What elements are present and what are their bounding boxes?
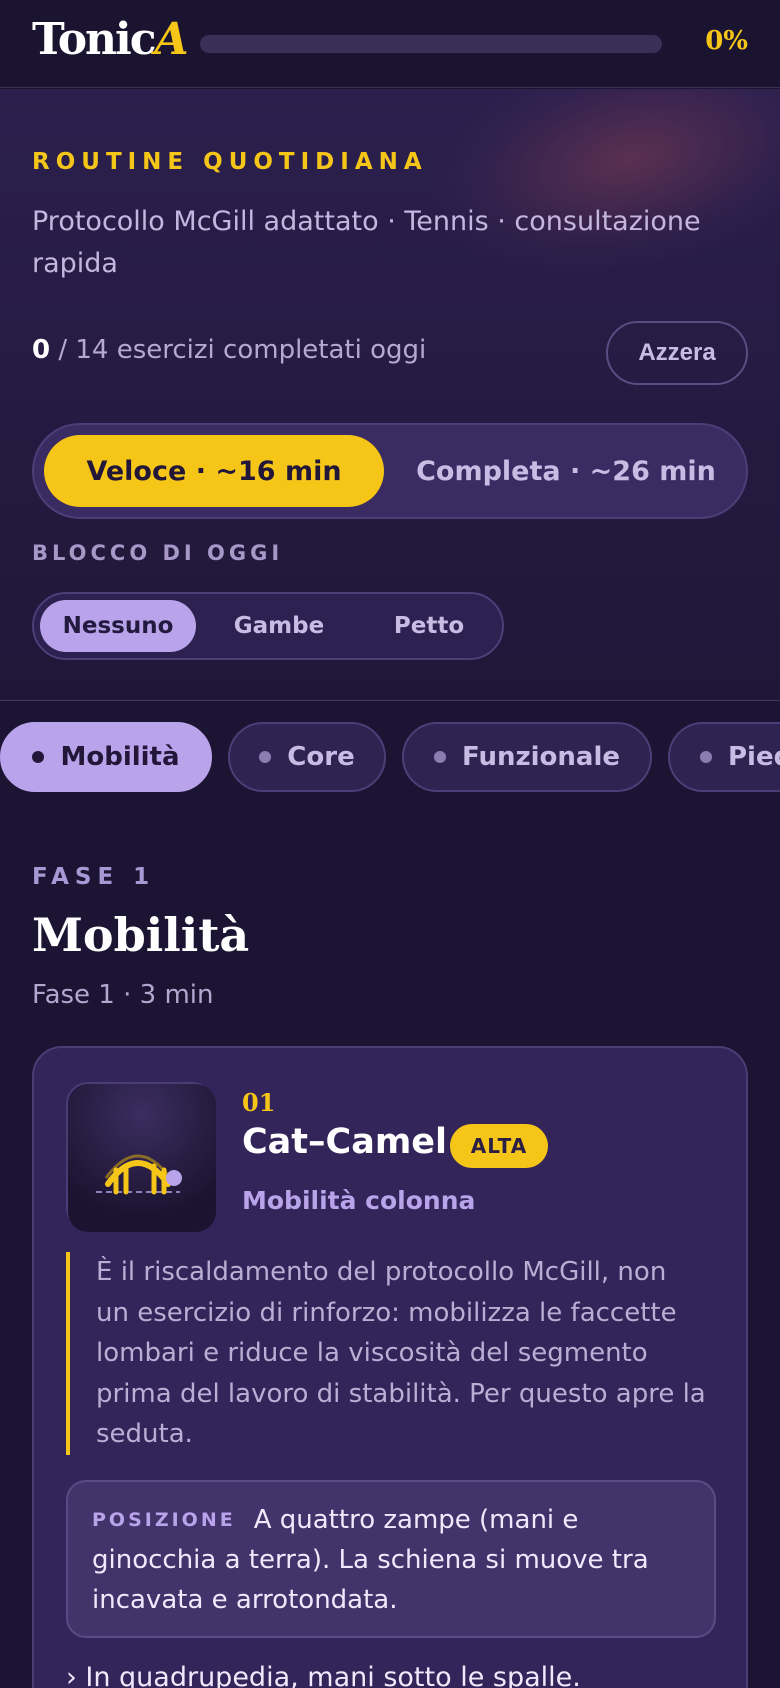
phase-title: Mobilità [32, 908, 250, 962]
mode-quick-option[interactable]: Veloce · ~16 min [44, 435, 384, 507]
mode-full-option[interactable]: Completa · ~26 min [390, 435, 742, 507]
phase-meta: Fase 1 · 3 min [32, 980, 214, 1010]
exercise-step: › In quadrupedia, mani sotto le spalle. [66, 1662, 581, 1688]
tab-dot-icon [32, 751, 45, 763]
tab-feet[interactable]: Piedi [668, 722, 780, 792]
completed-number: 0 [32, 335, 51, 365]
tab-functional[interactable]: Funzionale [402, 722, 652, 792]
tab-core[interactable]: Core [228, 722, 386, 792]
routine-hero: ROUTINE QUOTIDIANA Protocollo McGill ada… [0, 89, 780, 701]
tab-label: Funzionale [462, 742, 620, 772]
routine-eyebrow: ROUTINE QUOTIDIANA [32, 149, 428, 175]
top-bar: TonicA 0% [0, 0, 780, 88]
progress-percent: 0% [705, 26, 748, 56]
exercise-card[interactable]: 01 Cat–Camel ALTA Mobilità colonna È il … [32, 1046, 748, 1688]
tab-label: Core [287, 742, 355, 772]
position-label: POSIZIONE [92, 1509, 236, 1531]
exercise-category: Mobilità colonna [242, 1186, 476, 1215]
phase-eyebrow: FASE 1 [32, 864, 156, 890]
daily-progress-bar [200, 35, 662, 53]
tab-dot-icon [700, 751, 712, 763]
tab-label: Mobilità [60, 742, 180, 772]
phase-tabs: Mobilità Core Funzionale Piedi [0, 722, 780, 792]
logo-accent: A [154, 14, 189, 65]
completed-count: 0 / 14 esercizi completati oggi [32, 335, 426, 365]
priority-badge: ALTA [450, 1124, 548, 1168]
tab-dot-icon [259, 751, 272, 763]
block-label: BLOCCO DI OGGI [32, 541, 284, 565]
exercise-description: È il riscaldamento del protocollo McGill… [66, 1252, 706, 1455]
exercise-number: 01 [242, 1088, 276, 1117]
routine-subtitle: Protocollo McGill adattato · Tennis · co… [32, 206, 701, 279]
duration-toggle: Veloce · ~16 min Completa · ~26 min [32, 423, 748, 519]
tab-dot-icon [434, 751, 446, 763]
exercise-name: Cat–Camel [242, 1122, 448, 1162]
position-box: POSIZIONE A quattro zampe (mani e ginocch… [66, 1480, 716, 1638]
app-logo: TonicA [32, 14, 189, 65]
tab-label: Piedi [728, 742, 780, 772]
block-option-none[interactable]: Nessuno [40, 600, 196, 652]
completed-suffix: / 14 esercizi completati oggi [50, 335, 427, 365]
tab-mobility[interactable]: Mobilità [0, 722, 212, 792]
block-option-chest[interactable]: Petto [360, 600, 498, 652]
block-toggle: Nessuno Gambe Petto [32, 592, 504, 660]
logo-main: Tonic [32, 14, 157, 65]
cat-camel-illustration-icon [66, 1082, 216, 1232]
reset-button[interactable]: Azzera [606, 321, 748, 385]
block-option-legs[interactable]: Gambe [202, 600, 356, 652]
